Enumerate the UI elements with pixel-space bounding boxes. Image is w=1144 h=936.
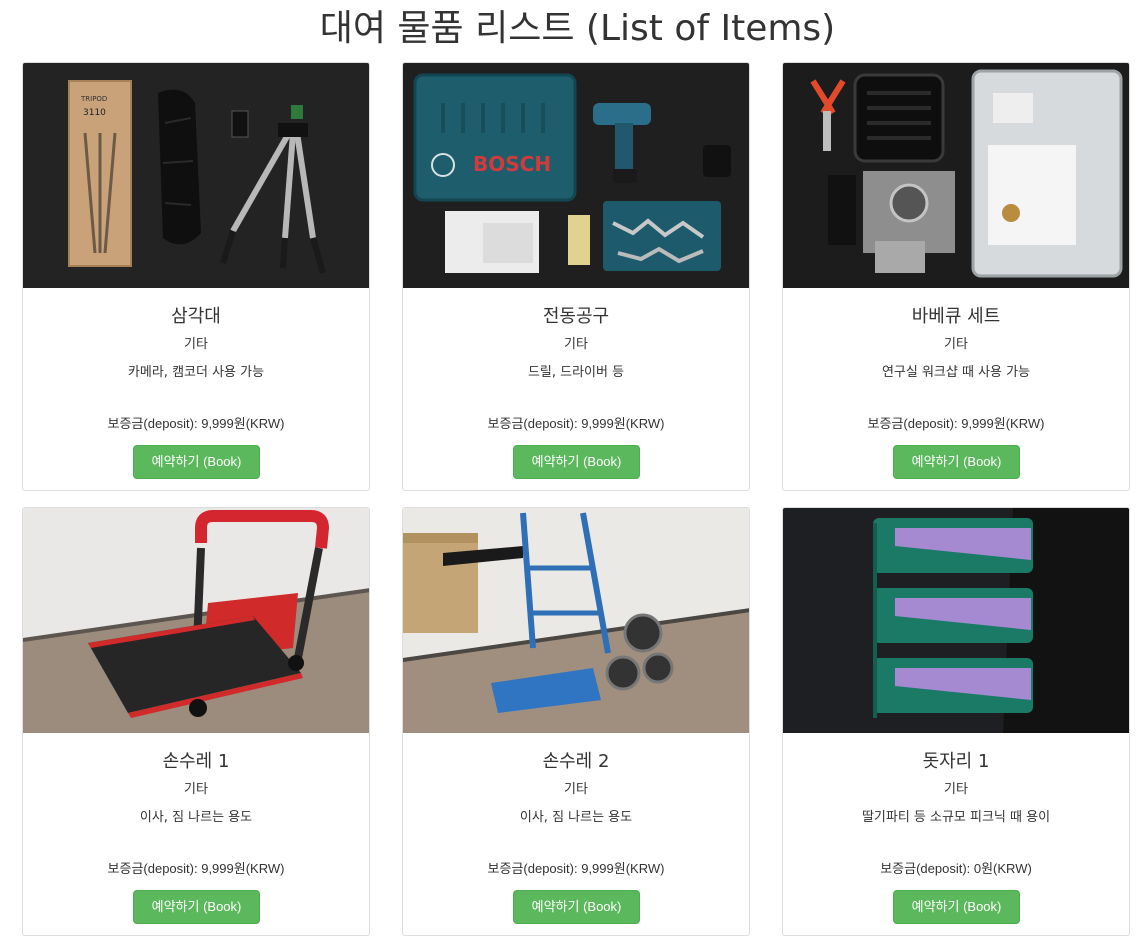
item-description: 카메라, 캠코더 사용 가능 xyxy=(127,365,265,380)
item-category: 기타 xyxy=(184,782,208,797)
item-description: 드릴, 드라이버 등 xyxy=(527,365,625,380)
item-category: 기타 xyxy=(944,337,968,352)
item-image-hand-cart-1[interactable] xyxy=(23,508,369,733)
item-description: 연구실 워크샵 때 사용 가능 xyxy=(881,365,1031,380)
item-deposit: 보증금(deposit): 0원(KRW) xyxy=(880,861,1032,876)
page-title: 대여 물품 리스트 (List of Items) xyxy=(319,8,836,49)
book-button[interactable]: 예약하기 (Book) xyxy=(893,890,1020,924)
bosch-logo-text: BOSCH xyxy=(473,152,551,176)
book-button[interactable]: 예약하기 (Book) xyxy=(893,445,1020,479)
item-deposit: 보증금(deposit): 9,999원(KRW) xyxy=(487,861,665,876)
item-card: 바베큐 세트 기타 연구실 워크샵 때 사용 가능 보증금(deposit): … xyxy=(782,62,1130,491)
book-button[interactable]: 예약하기 (Book) xyxy=(513,890,640,924)
item-category: 기타 xyxy=(564,337,588,352)
item-deposit: 보증금(deposit): 9,999원(KRW) xyxy=(107,861,285,876)
item-image-bbq-set[interactable] xyxy=(783,63,1129,288)
item-description: 딸기파티 등 소규모 피크닉 때 용이 xyxy=(861,810,1051,825)
book-button[interactable]: 예약하기 (Book) xyxy=(133,890,260,924)
item-category: 기타 xyxy=(184,337,208,352)
item-name: 돗자리 1 xyxy=(922,751,990,772)
item-description: 이사, 짐 나르는 용도 xyxy=(139,810,253,825)
item-card: 돗자리 1 기타 딸기파티 등 소규모 피크닉 때 용이 보증금(deposit… xyxy=(782,507,1130,936)
item-description: 이사, 짐 나르는 용도 xyxy=(519,810,633,825)
item-deposit: 보증금(deposit): 9,999원(KRW) xyxy=(107,416,285,431)
item-name: 전동공구 xyxy=(542,306,610,327)
item-card: BOSCH 전동공구 기타 드릴, 드라이버 등 보증금(deposit): 9… xyxy=(402,62,750,491)
item-name: 삼각대 xyxy=(171,306,221,327)
item-deposit: 보증금(deposit): 9,999원(KRW) xyxy=(867,416,1045,431)
svg-text:TRIPOD: TRIPOD xyxy=(80,95,107,103)
item-name: 손수레 2 xyxy=(542,751,610,772)
item-image-tripod[interactable]: TRIPOD 3110 xyxy=(23,63,369,288)
item-name: 바베큐 세트 xyxy=(911,306,1001,327)
item-image-mat-1[interactable] xyxy=(783,508,1129,733)
item-name: 손수레 1 xyxy=(162,751,230,772)
book-button[interactable]: 예약하기 (Book) xyxy=(133,445,260,479)
item-category: 기타 xyxy=(564,782,588,797)
book-button[interactable]: 예약하기 (Book) xyxy=(513,445,640,479)
item-category: 기타 xyxy=(944,782,968,797)
item-deposit: 보증금(deposit): 9,999원(KRW) xyxy=(487,416,665,431)
item-card: 손수레 1 기타 이사, 짐 나르는 용도 보증금(deposit): 9,99… xyxy=(22,507,370,936)
item-card: 손수레 2 기타 이사, 짐 나르는 용도 보증금(deposit): 9,99… xyxy=(402,507,750,936)
item-image-hand-cart-2[interactable] xyxy=(403,508,749,733)
item-card: TRIPOD 3110 삼각대 기타 카메라, 캠코더 사용 가능 보증금(de… xyxy=(22,62,370,491)
tripod-box-label: 3110 xyxy=(83,108,106,118)
item-image-power-tools[interactable]: BOSCH xyxy=(403,63,749,288)
